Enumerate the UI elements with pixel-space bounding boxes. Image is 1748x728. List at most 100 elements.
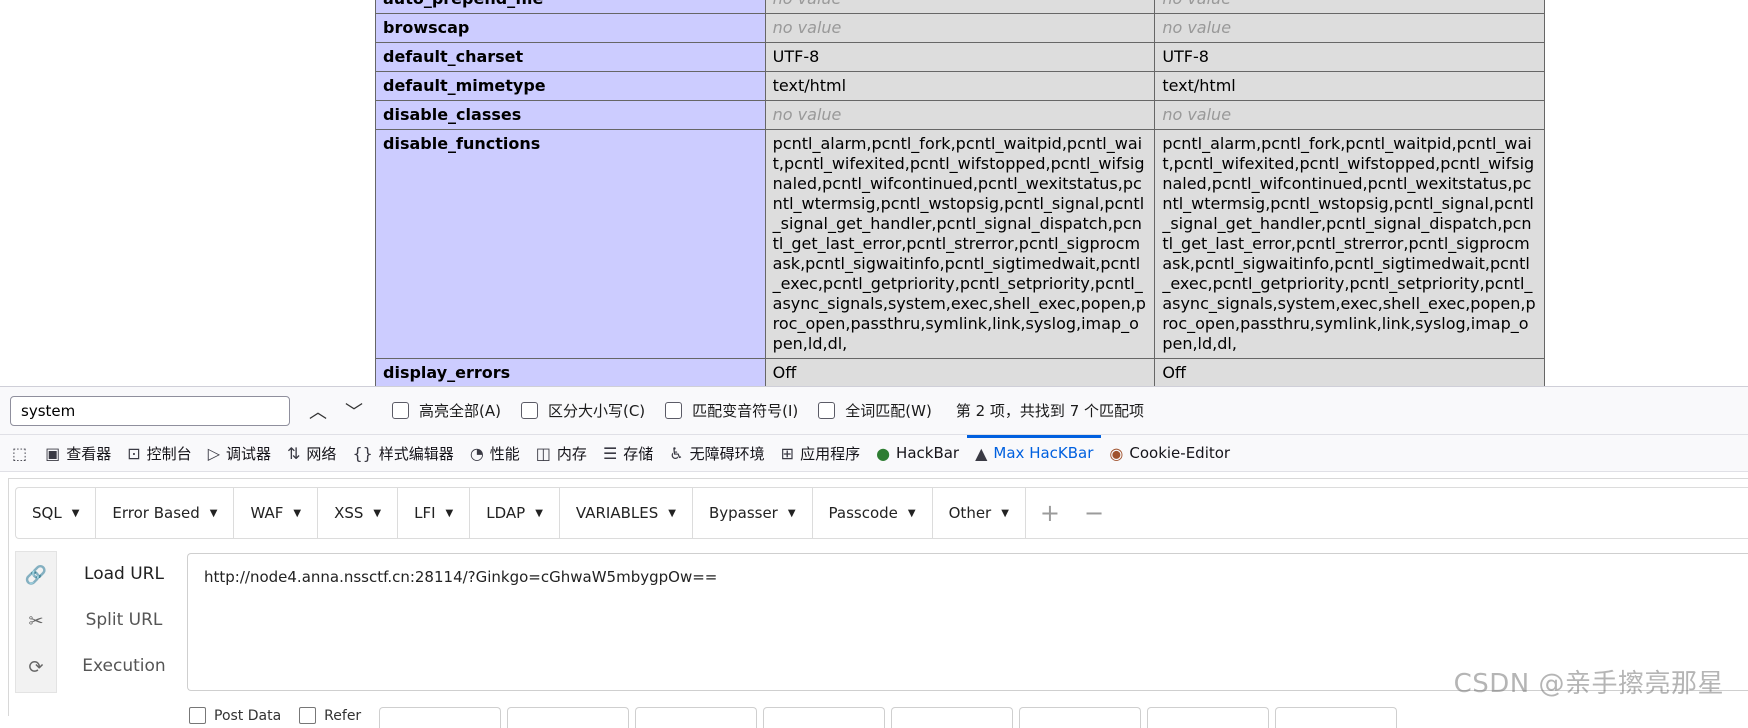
action-icon-column: 🔗 ✂ ⟳ bbox=[15, 551, 57, 693]
devtools-tab-console[interactable]: ⊡ 控制台 bbox=[119, 435, 199, 471]
checkbox-box[interactable] bbox=[392, 402, 409, 419]
menu-label: Error Based bbox=[112, 504, 200, 522]
checkbox-label: Post Data bbox=[214, 707, 282, 724]
devtools-tab-network[interactable]: ⇅ 网络 bbox=[279, 435, 344, 471]
checkbox-box[interactable] bbox=[818, 402, 836, 419]
master-value-cell: no value bbox=[1154, 0, 1545, 14]
style-editor-icon: {} bbox=[352, 443, 373, 463]
checkbox-label: 高亮全部(A) bbox=[419, 402, 501, 420]
local-value-cell: UTF-8 bbox=[764, 42, 1156, 72]
inspector-icon: ▣ bbox=[45, 443, 61, 463]
encoding-select[interactable] bbox=[507, 707, 630, 728]
menu-label: LFI bbox=[414, 504, 436, 522]
menu-bypasser-dropdown[interactable]: Bypasser ▼ bbox=[693, 488, 813, 538]
local-value-cell: text/html bbox=[764, 71, 1156, 101]
devtools-tab-performance[interactable]: ◔ 性能 bbox=[462, 435, 528, 471]
debugger-icon: ▷ bbox=[207, 443, 220, 463]
checkbox-box[interactable] bbox=[189, 707, 206, 724]
post-data-checkbox[interactable]: Post Data bbox=[189, 707, 281, 724]
hackbar-menu-row: SQL ▼ Error Based ▼ WAF ▼ XSS ▼ LFI ▼ LDAP ▼ VARIABL… bbox=[15, 487, 1748, 539]
network-icon: ⇅ bbox=[287, 443, 301, 463]
menu-label: SQL bbox=[32, 504, 62, 522]
scissors-icon[interactable]: ✂ bbox=[16, 598, 56, 644]
directive-name-cell: disable_functions bbox=[375, 129, 766, 359]
menu-label: XSS bbox=[334, 504, 364, 522]
devtools-tab-memory[interactable]: ◫ 内存 bbox=[528, 435, 595, 471]
menu-label: Bypasser bbox=[708, 504, 778, 522]
menu-sql-dropdown[interactable]: SQL ▼ bbox=[16, 488, 97, 538]
caret-down-icon: ▼ bbox=[907, 507, 916, 519]
devtools-tab-accessibility[interactable]: ♿ 无障碍环境 bbox=[661, 435, 772, 471]
devtools-tab-label: 调试器 bbox=[226, 444, 272, 463]
add-icon[interactable]: + bbox=[1026, 499, 1074, 527]
devtools-tab-application[interactable]: ⊞ 应用程序 bbox=[773, 435, 868, 471]
table-row: default_charset UTF-8 UTF-8 bbox=[375, 42, 1545, 72]
checkbox-box[interactable] bbox=[520, 402, 538, 419]
match-diacritics-checkbox[interactable]: 匹配变音符号(I) bbox=[665, 400, 798, 421]
checkbox-box[interactable] bbox=[299, 707, 317, 724]
devtools-tab-label: 网络 bbox=[306, 444, 337, 463]
phpinfo-directives-table: auto_prepend_fileno valueno valuebrowsca… bbox=[375, 0, 1545, 417]
menu-label: Passcode bbox=[828, 504, 898, 522]
master-value-cell: no value bbox=[1154, 100, 1545, 130]
devtools-tab-label: 无障碍环境 bbox=[689, 444, 765, 463]
devtools-tab-max-hackbar[interactable]: ▲ Max HacKBar bbox=[967, 435, 1102, 471]
menu-variables-dropdown[interactable]: VARIABLES ▼ bbox=[560, 488, 693, 538]
menu-passcode-dropdown[interactable]: Passcode ▼ bbox=[813, 488, 933, 538]
element-picker-button[interactable]: ⬚ bbox=[0, 435, 37, 471]
find-previous-button[interactable]: ︿ bbox=[300, 396, 336, 426]
load-url-button[interactable]: Load URL bbox=[69, 551, 179, 597]
match-case-checkbox[interactable]: 区分大小写(C) bbox=[520, 400, 645, 421]
devtools-tab-label: 存储 bbox=[623, 444, 654, 463]
menu-other-dropdown[interactable]: Other ▼ bbox=[933, 488, 1026, 538]
devtools-tab-label: 查看器 bbox=[66, 444, 112, 463]
element-picker-icon: ⬚ bbox=[12, 443, 28, 463]
whole-words-checkbox[interactable]: 全词匹配(W) bbox=[818, 400, 932, 421]
table-row: default_mimetype text/html text/html bbox=[375, 71, 1545, 101]
referrer-checkbox[interactable]: Refer bbox=[299, 707, 361, 724]
devtools-tab-debugger[interactable]: ▷ 调试器 bbox=[200, 435, 279, 471]
refresh-icon[interactable]: ⟳ bbox=[16, 644, 56, 690]
encoding-select[interactable] bbox=[635, 707, 758, 728]
devtools-tab-hackbar[interactable]: ● HackBar bbox=[868, 435, 967, 471]
devtools-tab-inspector[interactable]: ▣ 查看器 bbox=[37, 435, 119, 471]
master-value-cell: Off bbox=[1154, 358, 1545, 388]
encoding-select[interactable] bbox=[1275, 707, 1398, 728]
menu-error-based-dropdown[interactable]: Error Based ▼ bbox=[96, 488, 235, 538]
menu-xss-dropdown[interactable]: XSS ▼ bbox=[318, 488, 399, 538]
devtools-tab-style-editor[interactable]: {} 样式编辑器 bbox=[344, 435, 461, 471]
encoding-select[interactable] bbox=[763, 707, 886, 728]
directive-name-cell: display_errors bbox=[375, 358, 766, 388]
no-value-text: no value bbox=[1162, 105, 1232, 124]
split-url-button[interactable]: Split URL bbox=[69, 597, 179, 643]
local-value-cell: no value bbox=[764, 100, 1156, 130]
max-hackbar-icon: ▲ bbox=[975, 443, 988, 463]
devtools-tab-storage[interactable]: ☰ 存储 bbox=[595, 435, 661, 471]
menu-lfi-dropdown[interactable]: LFI ▼ bbox=[398, 488, 471, 538]
checkbox-label: 全词匹配(W) bbox=[845, 402, 932, 420]
encoding-select[interactable] bbox=[1147, 707, 1270, 728]
menu-ldap-dropdown[interactable]: LDAP ▼ bbox=[470, 488, 560, 538]
no-value-text: no value bbox=[1162, 0, 1231, 8]
execution-button[interactable]: Execution bbox=[69, 643, 179, 689]
caret-down-icon: ▼ bbox=[293, 507, 302, 519]
master-value-cell: pcntl_alarm,pcntl_fork,pcntl_waitpid,pcn… bbox=[1154, 129, 1545, 359]
table-row: auto_prepend_file no value no value bbox=[375, 0, 1545, 14]
remove-icon[interactable]: − bbox=[1074, 499, 1114, 527]
encoding-select[interactable] bbox=[379, 707, 502, 728]
menu-waf-dropdown[interactable]: WAF ▼ bbox=[234, 488, 319, 538]
local-value-cell: no value bbox=[764, 13, 1156, 43]
link-icon[interactable]: 🔗 bbox=[16, 552, 56, 598]
checkbox-box[interactable] bbox=[665, 402, 683, 419]
watermark: CSDN @亲手擦亮那星 bbox=[1453, 669, 1724, 699]
devtools-toolbar: ⬚ ▣ 查看器 ⊡ 控制台 ▷ 调试器 ⇅ 网络 {} 样式编辑器 ◔ 性能 ◫ 内存 ☰ 存储 ♿ 无障碍环境 ⊞… bbox=[0, 434, 1748, 472]
encoding-select[interactable] bbox=[1019, 707, 1142, 728]
encoding-select[interactable] bbox=[891, 707, 1014, 728]
highlight-all-checkbox[interactable]: 高亮全部(A) bbox=[392, 400, 501, 421]
caret-down-icon: ▼ bbox=[209, 507, 218, 519]
directive-name-cell: auto_prepend_file bbox=[375, 0, 766, 14]
find-input[interactable] bbox=[10, 395, 290, 426]
table-row: disable_classes no value no value bbox=[375, 100, 1545, 130]
devtools-tab-cookie[interactable]: ◉ Cookie-Editor bbox=[1101, 435, 1238, 471]
find-next-button[interactable]: ﹀ bbox=[336, 396, 372, 426]
